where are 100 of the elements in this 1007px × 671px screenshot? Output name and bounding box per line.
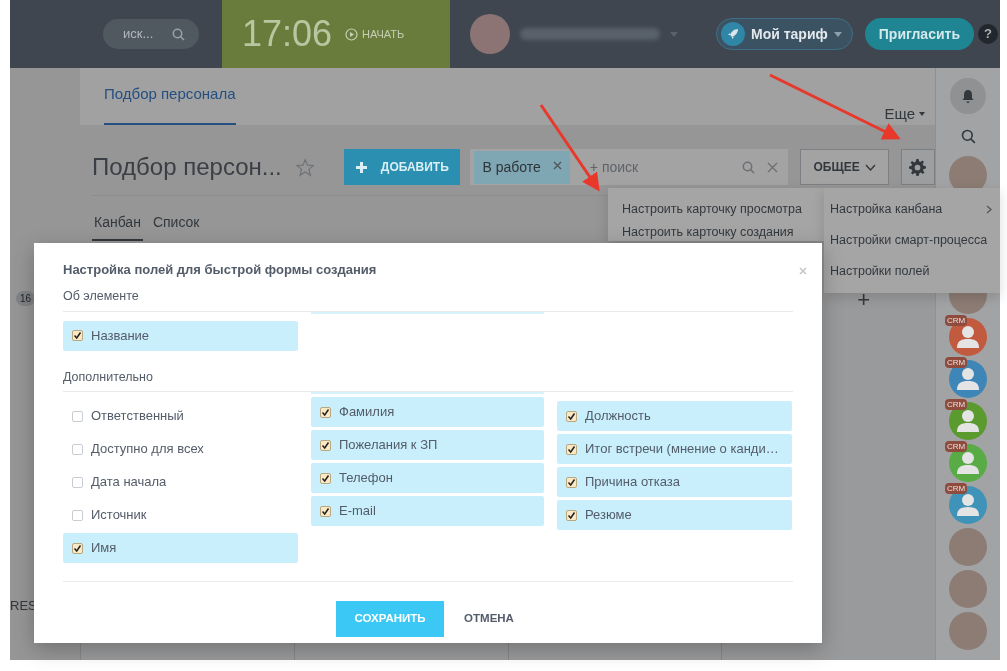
crm-badge: CRM [945,441,968,452]
field-option[interactable]: Причина отказа [557,467,792,497]
field-label: Причина отказа [585,473,681,492]
checkbox[interactable] [566,443,577,455]
view-tab[interactable]: Список [150,210,202,241]
user-avatar[interactable] [470,14,510,54]
crm-badge: CRM [945,357,968,368]
field-label: Должность [585,407,651,426]
field-option[interactable]: Итог встречи (мнение о канди… [557,434,792,464]
checkbox[interactable] [72,330,83,341]
add-button[interactable]: ДОБАВИТЬ [344,149,461,185]
check-icon [73,543,82,553]
star-icon[interactable] [295,157,315,177]
chevron-icon [986,205,992,214]
field-option[interactable]: Фамилия [311,397,544,427]
field-option[interactable]: Должность [557,401,792,431]
checkbox[interactable] [566,509,577,521]
chevron-icon [864,163,876,171]
check-icon [567,411,576,421]
page-title: Подбор персон... [92,152,282,182]
close-icon [799,266,807,275]
field-option[interactable]: Резюме [557,500,792,530]
field-option[interactable]: Доступно для всех [63,434,298,464]
crm-badge: CRM [945,399,968,410]
search-placeholder: иск... [123,25,154,44]
dialog-title: Настройка полей для быстрой формы создания [63,261,377,280]
caret-icon [833,31,842,37]
bell-icon [961,88,975,104]
menu-item[interactable]: Настройки полей [824,256,1000,287]
caret-icon [670,31,678,37]
search-field[interactable]: иск... [103,19,199,49]
field-label: Резюме [585,506,632,525]
general-button[interactable]: ОБЩЕЕ [800,149,889,185]
check-icon [321,440,330,450]
field-label: Пожелания к ЗП [339,436,438,455]
plus-icon [355,161,367,173]
field-label: E-mail [339,502,376,521]
settings-icon [909,158,927,176]
field-label: Название [91,326,150,345]
field-option[interactable]: Название [63,320,298,351]
person-icon [957,494,979,516]
checkbox[interactable] [320,505,331,517]
nav-tab[interactable]: Подбор персонала [104,82,236,125]
avatar-photo[interactable] [949,528,987,566]
crm-badge: CRM [945,483,968,494]
checkbox[interactable] [72,542,83,554]
close-icon[interactable] [767,161,779,173]
checkbox[interactable] [320,472,331,484]
cancel-button[interactable]: ОТМЕНА [458,601,520,637]
field-option[interactable]: E-mail [311,496,544,526]
check-icon [321,473,330,483]
field-option[interactable]: Источник [63,500,298,530]
checkbox[interactable] [566,410,577,422]
check-icon [73,331,82,340]
menu-item[interactable]: Настройки смарт-процесса [824,225,1000,256]
check-icon [567,477,576,487]
field-label: Телефон [339,469,393,488]
field-option[interactable]: Имя [63,533,298,563]
checkbox[interactable] [320,439,331,451]
field-label: Ответственный [91,407,184,426]
checkbox[interactable] [566,476,577,488]
person-icon [957,410,979,432]
menu-item[interactable]: Настроить карточку создания [608,223,824,241]
tariff-button[interactable]: Мой тариф [716,18,853,50]
view-tab[interactable]: Канбан [92,210,143,241]
field-label: Доступно для всех [91,440,204,459]
field-label: Итог встречи (мнение о канди… [585,440,779,459]
filter-field[interactable]: В работе + поиск [470,149,789,185]
field-option[interactable]: Ответственный [63,401,298,431]
person-icon [957,326,979,348]
search-icon[interactable] [742,160,756,174]
checkbox[interactable] [320,406,331,418]
menu-item[interactable]: Настроить карточку просмотра [608,194,824,223]
add-column-button[interactable]: + [857,289,871,311]
settings-button[interactable] [900,149,935,185]
section-title: Об элементе [63,290,793,312]
search-icon [172,27,185,41]
play-icon [345,27,359,41]
help-button[interactable]: ? [978,24,998,44]
check-icon [567,444,576,454]
avatar-photo[interactable] [949,612,987,650]
field-option[interactable]: Пожелания к ЗП [311,430,544,460]
filter-chip[interactable]: В работе [474,150,570,184]
notifications-button[interactable] [950,78,986,114]
clock-time: 17:06 [242,12,333,56]
avatar-photo[interactable] [949,570,987,608]
field-option[interactable]: Телефон [311,463,544,493]
start-button[interactable]: НАЧАТЬ [344,24,406,44]
person-icon [957,452,979,474]
check-icon [321,407,330,417]
search-icon [960,129,976,145]
menu-item[interactable]: Настройка канбана [824,194,1000,225]
invite-button[interactable]: Пригласить [864,18,974,50]
close-icon[interactable] [552,160,562,170]
caret-icon [919,111,925,116]
field-option[interactable]: Дата начала [63,467,298,497]
rocket-icon [726,27,740,41]
person-icon [957,368,979,390]
more-menu[interactable]: Еще [884,102,925,125]
check-icon [567,510,576,520]
